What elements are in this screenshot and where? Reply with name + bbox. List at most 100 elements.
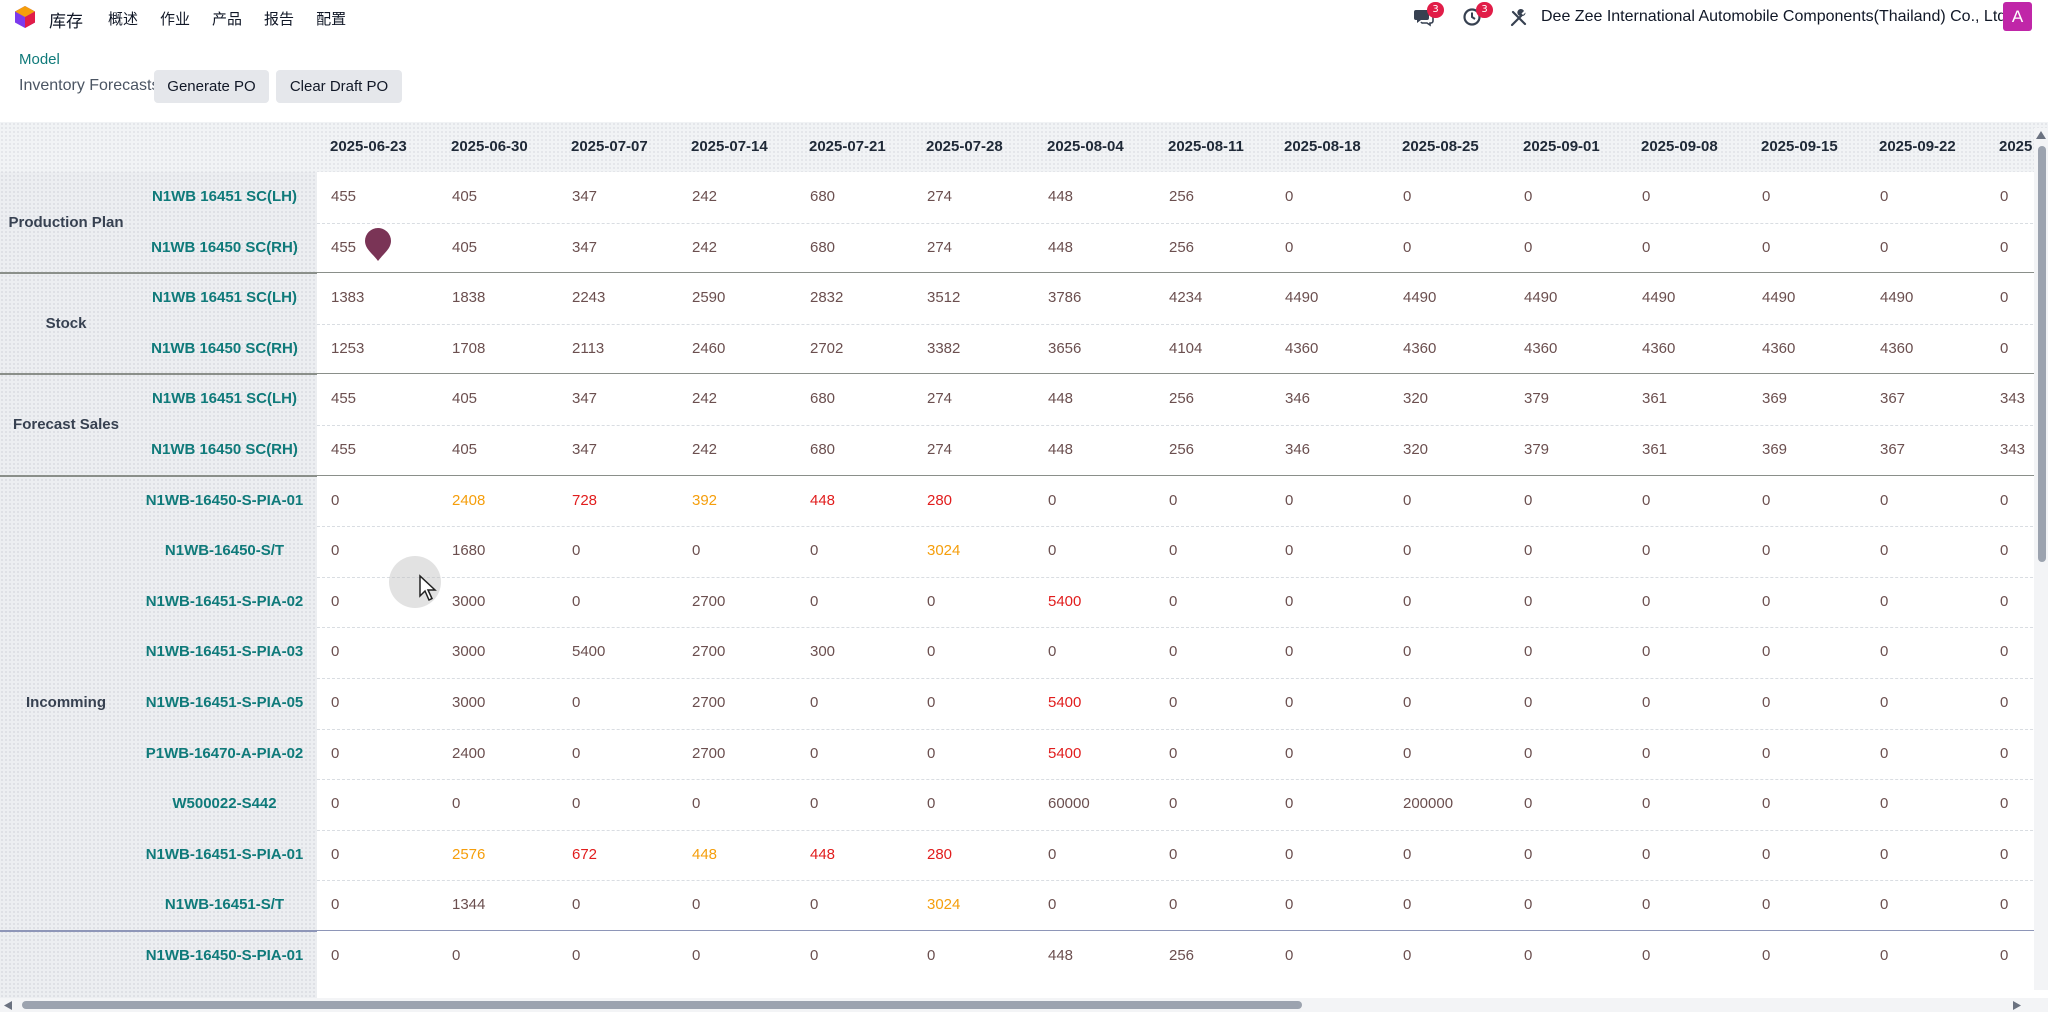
table-cell[interactable]: 0 <box>2000 694 2008 711</box>
tools-icon[interactable] <box>1508 8 1530 28</box>
table-cell[interactable]: 0 <box>692 896 700 913</box>
table-cell[interactable]: 0 <box>2000 289 2008 306</box>
table-cell[interactable]: 3656 <box>1048 340 1081 357</box>
table-cell[interactable]: 0 <box>1880 745 1888 762</box>
menu-item-configuration[interactable]: 配置 <box>316 8 346 29</box>
table-cell[interactable]: 0 <box>1642 188 1650 205</box>
scroll-up-icon[interactable] <box>2036 131 2046 139</box>
table-cell[interactable]: 1253 <box>331 340 364 357</box>
table-cell[interactable]: 0 <box>1880 188 1888 205</box>
table-cell[interactable]: 1708 <box>452 340 485 357</box>
table-cell[interactable]: 0 <box>810 795 818 812</box>
table-cell[interactable]: 448 <box>1048 239 1073 256</box>
table-cell[interactable]: 0 <box>1285 745 1293 762</box>
table-cell[interactable]: 0 <box>810 947 818 964</box>
table-cell[interactable]: 0 <box>810 542 818 559</box>
table-cell[interactable]: 0 <box>1642 542 1650 559</box>
table-cell[interactable]: 3000 <box>452 593 485 610</box>
table-cell[interactable]: 274 <box>927 188 952 205</box>
table-cell[interactable]: 0 <box>1403 188 1411 205</box>
table-cell[interactable]: 448 <box>1048 947 1073 964</box>
breadcrumb[interactable]: Model <box>19 51 60 68</box>
table-cell[interactable]: 0 <box>1880 947 1888 964</box>
table-cell[interactable]: 0 <box>452 947 460 964</box>
table-cell[interactable]: 2700 <box>692 593 725 610</box>
table-cell[interactable]: 0 <box>1762 643 1770 660</box>
row-label[interactable]: N1WB-16451-S-PIA-01 <box>132 846 317 863</box>
table-cell[interactable]: 0 <box>1642 239 1650 256</box>
table-cell[interactable]: 343 <box>2000 390 2025 407</box>
scroll-left-icon[interactable] <box>4 1001 12 1010</box>
table-cell[interactable]: 0 <box>1285 643 1293 660</box>
table-cell[interactable]: 0 <box>1642 643 1650 660</box>
table-cell[interactable]: 4360 <box>1524 340 1557 357</box>
table-cell[interactable]: 0 <box>2000 745 2008 762</box>
table-cell[interactable]: 0 <box>927 947 935 964</box>
table-cell[interactable]: 672 <box>572 846 597 863</box>
table-cell[interactable]: 0 <box>331 745 339 762</box>
menu-item-reporting[interactable]: 报告 <box>264 8 294 29</box>
table-cell[interactable]: 0 <box>2000 340 2008 357</box>
table-cell[interactable]: 256 <box>1169 239 1194 256</box>
table-cell[interactable]: 0 <box>2000 542 2008 559</box>
table-cell[interactable]: 346 <box>1285 390 1310 407</box>
table-cell[interactable]: 448 <box>810 846 835 863</box>
table-cell[interactable]: 0 <box>2000 593 2008 610</box>
table-cell[interactable]: 347 <box>572 441 597 458</box>
table-cell[interactable]: 3000 <box>452 694 485 711</box>
table-cell[interactable]: 5400 <box>1048 694 1081 711</box>
table-cell[interactable]: 0 <box>331 593 339 610</box>
table-cell[interactable]: 0 <box>331 846 339 863</box>
table-cell[interactable]: 0 <box>1762 542 1770 559</box>
table-cell[interactable]: 0 <box>1169 643 1177 660</box>
table-cell[interactable]: 0 <box>1880 846 1888 863</box>
table-cell[interactable]: 200000 <box>1403 795 1453 812</box>
table-cell[interactable]: 3382 <box>927 340 960 357</box>
table-cell[interactable]: 0 <box>1403 492 1411 509</box>
table-cell[interactable]: 0 <box>810 694 818 711</box>
table-cell[interactable]: 0 <box>1524 947 1532 964</box>
table-cell[interactable]: 0 <box>1880 795 1888 812</box>
table-cell[interactable]: 0 <box>1285 188 1293 205</box>
table-cell[interactable]: 2700 <box>692 694 725 711</box>
table-cell[interactable]: 0 <box>1642 947 1650 964</box>
table-cell[interactable]: 0 <box>1762 492 1770 509</box>
table-cell[interactable]: 0 <box>1403 694 1411 711</box>
table-cell[interactable]: 4360 <box>1642 340 1675 357</box>
table-cell[interactable]: 274 <box>927 441 952 458</box>
table-cell[interactable]: 0 <box>810 745 818 762</box>
table-cell[interactable]: 0 <box>692 795 700 812</box>
row-label[interactable]: N1WB-16451-S-PIA-03 <box>132 643 317 660</box>
table-cell[interactable]: 0 <box>1048 492 1056 509</box>
table-cell[interactable]: 0 <box>810 593 818 610</box>
table-cell[interactable]: 0 <box>1762 593 1770 610</box>
table-cell[interactable]: 0 <box>692 947 700 964</box>
table-cell[interactable]: 256 <box>1169 188 1194 205</box>
horizontal-scroll-thumb[interactable] <box>22 1001 1302 1009</box>
table-cell[interactable]: 0 <box>1880 593 1888 610</box>
table-cell[interactable]: 0 <box>1880 542 1888 559</box>
table-cell[interactable]: 0 <box>1403 643 1411 660</box>
table-cell[interactable]: 680 <box>810 390 835 407</box>
app-logo-icon[interactable] <box>14 5 36 29</box>
menu-item-operations[interactable]: 作业 <box>160 8 190 29</box>
table-cell[interactable]: 0 <box>572 795 580 812</box>
table-cell[interactable]: 2460 <box>692 340 725 357</box>
table-cell[interactable]: 0 <box>1169 745 1177 762</box>
table-cell[interactable]: 4360 <box>1403 340 1436 357</box>
table-cell[interactable]: 0 <box>692 542 700 559</box>
activities-button[interactable]: 3 <box>1462 2 1493 27</box>
table-cell[interactable]: 2700 <box>692 745 725 762</box>
table-cell[interactable]: 680 <box>810 188 835 205</box>
table-cell[interactable]: 4490 <box>1285 289 1318 306</box>
table-cell[interactable]: 0 <box>1048 643 1056 660</box>
table-cell[interactable]: 0 <box>1524 795 1532 812</box>
row-label[interactable]: N1WB 16450 SC(RH) <box>132 441 317 458</box>
table-cell[interactable]: 320 <box>1403 390 1428 407</box>
table-cell[interactable]: 0 <box>1285 593 1293 610</box>
vertical-scroll-thumb[interactable] <box>2038 146 2046 562</box>
table-cell[interactable]: 0 <box>1285 896 1293 913</box>
table-cell[interactable]: 0 <box>1762 846 1770 863</box>
table-cell[interactable]: 2113 <box>572 340 604 357</box>
table-cell[interactable]: 0 <box>2000 492 2008 509</box>
